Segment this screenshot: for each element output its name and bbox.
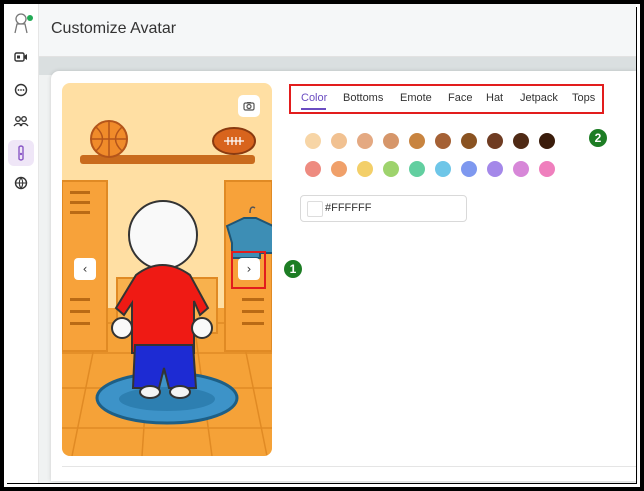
color-swatch[interactable] (539, 133, 555, 149)
tab-emote[interactable]: Emote (400, 92, 432, 104)
tab-color[interactable]: Color (301, 92, 327, 104)
color-swatch[interactable] (461, 161, 477, 177)
color-swatch[interactable] (305, 161, 321, 177)
camera-icon[interactable] (238, 95, 260, 117)
color-swatch[interactable] (357, 161, 373, 177)
color-swatch[interactable] (383, 161, 399, 177)
color-swatch[interactable] (539, 161, 555, 177)
highlight-box-next-arrow (231, 251, 266, 289)
tab-bottoms[interactable]: Bottoms (343, 92, 383, 104)
page-header: Customize Avatar (39, 4, 636, 57)
color-swatch[interactable] (331, 161, 347, 177)
people-icon[interactable] (12, 112, 30, 130)
online-status-dot (27, 15, 33, 21)
video-camera-icon[interactable] (12, 48, 30, 66)
previous-arrow-button[interactable]: ‹ (74, 258, 96, 280)
color-swatch[interactable] (409, 133, 425, 149)
color-swatch[interactable] (461, 133, 477, 149)
left-sidebar (4, 4, 39, 483)
page-title: Customize Avatar (51, 20, 177, 37)
step-marker-1: 1 (284, 260, 302, 278)
step-marker-2: 2 (589, 129, 607, 147)
tab-jetpack[interactable]: Jetpack (520, 92, 558, 104)
tab-hat[interactable]: Hat (486, 92, 503, 104)
color-swatch[interactable] (331, 133, 347, 149)
color-hex-input[interactable]: #FFFFFF (300, 195, 467, 222)
color-swatch[interactable] (383, 133, 399, 149)
color-swatch[interactable] (487, 133, 503, 149)
color-swatch[interactable] (305, 133, 321, 149)
chevron-left-icon: ‹ (82, 262, 88, 276)
wardrobe-icon[interactable] (8, 140, 34, 166)
color-swatch[interactable] (487, 161, 503, 177)
chat-icon[interactable] (12, 81, 30, 99)
color-swatch[interactable] (409, 161, 425, 177)
active-tab-underline (301, 108, 326, 110)
color-swatch[interactable] (357, 133, 373, 149)
color-swatch[interactable] (435, 133, 451, 149)
color-hex-value: #FFFFFF (325, 202, 372, 214)
tab-tops[interactable]: Tops (572, 92, 595, 104)
color-swatch[interactable] (513, 133, 529, 149)
globe-icon[interactable] (12, 174, 30, 192)
category-tabs: Color Bottoms Emote Face Hat Jetpack Top… (289, 84, 604, 114)
color-swatch[interactable] (513, 161, 529, 177)
tab-face[interactable]: Face (448, 92, 472, 104)
panel-divider (62, 466, 636, 467)
color-swatch[interactable] (435, 161, 451, 177)
color-preview-chip (307, 201, 323, 217)
